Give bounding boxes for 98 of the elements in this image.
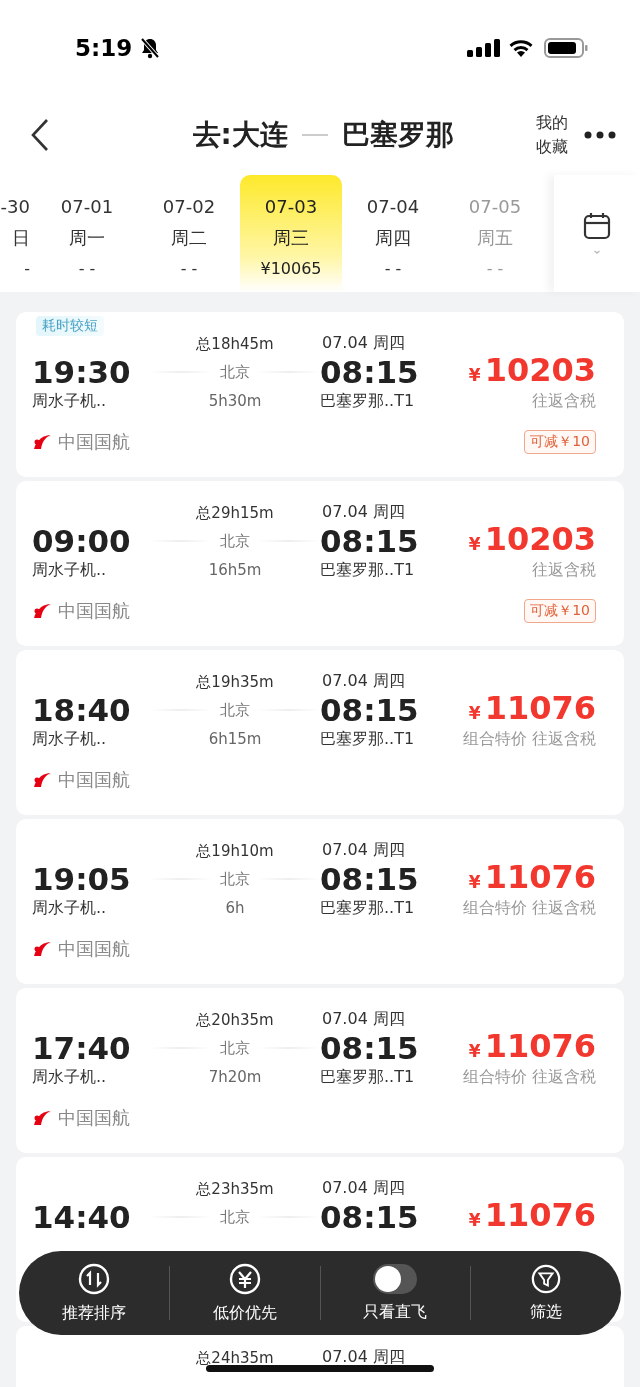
date-tab[interactable]: 07-03 周三 ¥10065 bbox=[240, 175, 342, 292]
price-note: 组合特价 bbox=[463, 897, 527, 919]
departure-time: 17:40 bbox=[32, 1030, 132, 1066]
departure-time: 18:40 bbox=[32, 692, 132, 728]
battery-icon bbox=[544, 37, 588, 58]
total-duration: 总24h35m bbox=[195, 1349, 275, 1368]
arrival-date: 07.04 周四 bbox=[321, 1008, 406, 1030]
departure-time: 19:05 bbox=[32, 861, 132, 897]
arrival-date: 07.04 周四 bbox=[321, 332, 406, 354]
date-tab[interactable]: 07-01 周一 - - bbox=[36, 175, 138, 292]
destination-city: 巴塞罗那 bbox=[341, 117, 454, 153]
transfer-city: 北京 bbox=[220, 362, 250, 382]
airline-name: 中国国航 bbox=[58, 1106, 130, 1130]
airline-name: 中国国航 bbox=[58, 599, 130, 623]
layover-duration: 5h30m bbox=[207, 392, 263, 410]
departure-time: 14:40 bbox=[32, 1199, 132, 1235]
bell-off-icon bbox=[140, 36, 161, 59]
departure-airport: 周水子机.. bbox=[32, 559, 108, 581]
origin-city: 去:大连 bbox=[192, 117, 288, 153]
total-duration: 总23h35m bbox=[195, 1180, 275, 1199]
favorites-link[interactable]: 我的收藏 bbox=[536, 111, 570, 159]
arrival-date: 07.04 周四 bbox=[321, 1177, 406, 1199]
departure-airport: 周水子机.. bbox=[32, 728, 108, 750]
price-note: 往返含税 bbox=[532, 390, 596, 412]
airline-logo-icon bbox=[32, 1109, 52, 1127]
price-note: 组合特价 bbox=[463, 728, 527, 750]
arrival-time: 08:15 bbox=[320, 1030, 420, 1066]
transfer-city: 北京 bbox=[220, 1207, 250, 1227]
arrival-airport: 巴塞罗那..T1 bbox=[320, 897, 416, 919]
layover-duration: 6h bbox=[224, 899, 246, 917]
wifi-icon bbox=[508, 38, 534, 57]
discount-tag: 可减￥10 bbox=[524, 430, 596, 454]
toolbar-button[interactable]: 推荐排序 bbox=[19, 1262, 169, 1324]
arrival-airport: 巴塞罗那..T1 bbox=[320, 390, 416, 412]
toolbar-button[interactable]: 低价优先 bbox=[169, 1262, 320, 1324]
arrival-time: 08:15 bbox=[320, 1199, 420, 1235]
airline-name: 中国国航 bbox=[58, 768, 130, 792]
sort-icon bbox=[77, 1262, 110, 1295]
arrival-date: 07.04 周四 bbox=[321, 839, 406, 861]
price: ¥11076 bbox=[468, 689, 596, 729]
arrival-airport: 巴塞罗那..T1 bbox=[320, 559, 416, 581]
layover-duration: 16h5m bbox=[207, 561, 263, 579]
layover-duration: 6h15m bbox=[207, 730, 263, 748]
price: ¥11076 bbox=[468, 858, 596, 898]
arrival-time: 08:15 bbox=[320, 692, 420, 728]
yen-icon bbox=[228, 1262, 261, 1295]
price-note: 往返含税 bbox=[532, 728, 596, 750]
discount-tag: 可减￥10 bbox=[524, 599, 596, 623]
toggle-label: 只看直飞 bbox=[363, 1301, 428, 1323]
date-tab[interactable]: 07-02 周二 - - bbox=[138, 175, 240, 292]
airline-logo-icon bbox=[32, 771, 52, 789]
transfer-city: 北京 bbox=[220, 1038, 250, 1058]
departure-airport: 周水子机.. bbox=[32, 390, 108, 412]
short-duration-tag: 耗时较短 bbox=[36, 316, 104, 336]
total-duration: 总19h35m bbox=[195, 673, 275, 692]
airline-logo-icon bbox=[32, 940, 52, 958]
airline-logo-icon bbox=[32, 433, 52, 451]
price: ¥10203 bbox=[468, 351, 596, 391]
direct-flight-toggle[interactable] bbox=[373, 1263, 418, 1294]
arrival-airport: 巴塞罗那..T1 bbox=[320, 1066, 416, 1088]
transfer-city: 北京 bbox=[220, 869, 250, 889]
calendar-icon bbox=[583, 211, 611, 256]
toolbar-button[interactable]: 筛选 bbox=[471, 1263, 621, 1323]
total-duration: 总18h45m bbox=[195, 335, 275, 354]
more-icon[interactable] bbox=[584, 131, 616, 139]
clock-time: 5:19 bbox=[75, 34, 133, 61]
arrival-date: 07.04 周四 bbox=[321, 670, 406, 692]
filter-icon bbox=[531, 1263, 562, 1294]
price: ¥10203 bbox=[468, 520, 596, 560]
arrival-airport: 巴塞罗那..T1 bbox=[320, 728, 416, 750]
airline-name: 中国国航 bbox=[58, 937, 130, 961]
date-tab[interactable]: -30 日 - bbox=[0, 175, 36, 292]
departure-airport: 周水子机.. bbox=[32, 897, 108, 919]
departure-airport: 周水子机.. bbox=[32, 1066, 108, 1088]
arrival-date: 07.04 周四 bbox=[321, 501, 406, 523]
price-note: 组合特价 bbox=[463, 1066, 527, 1088]
layover-duration: 7h20m bbox=[207, 1068, 263, 1086]
arrival-date: 07.04 周四 bbox=[321, 1346, 406, 1368]
departure-time: 19:30 bbox=[32, 354, 132, 390]
transfer-city: 北京 bbox=[220, 531, 250, 551]
price-note: 往返含税 bbox=[532, 1066, 596, 1088]
arrival-time: 08:15 bbox=[320, 861, 420, 897]
signal-icon bbox=[467, 38, 500, 57]
total-duration: 总19h10m bbox=[195, 842, 275, 861]
departure-time: 09:00 bbox=[32, 523, 132, 559]
price: ¥11076 bbox=[468, 1027, 596, 1067]
date-tab[interactable]: 07-04 周四 - - bbox=[342, 175, 444, 292]
back-icon[interactable] bbox=[30, 118, 50, 152]
arrival-time: 08:15 bbox=[320, 354, 420, 390]
price: ¥11076 bbox=[468, 1196, 596, 1236]
airline-logo-icon bbox=[32, 602, 52, 620]
airline-name: 中国国航 bbox=[58, 430, 130, 454]
total-duration: 总29h15m bbox=[195, 504, 275, 523]
arrival-time: 08:15 bbox=[320, 523, 420, 559]
price-note: 往返含税 bbox=[532, 897, 596, 919]
total-duration: 总20h35m bbox=[195, 1011, 275, 1030]
price-note: 往返含税 bbox=[532, 559, 596, 581]
transfer-city: 北京 bbox=[220, 700, 250, 720]
